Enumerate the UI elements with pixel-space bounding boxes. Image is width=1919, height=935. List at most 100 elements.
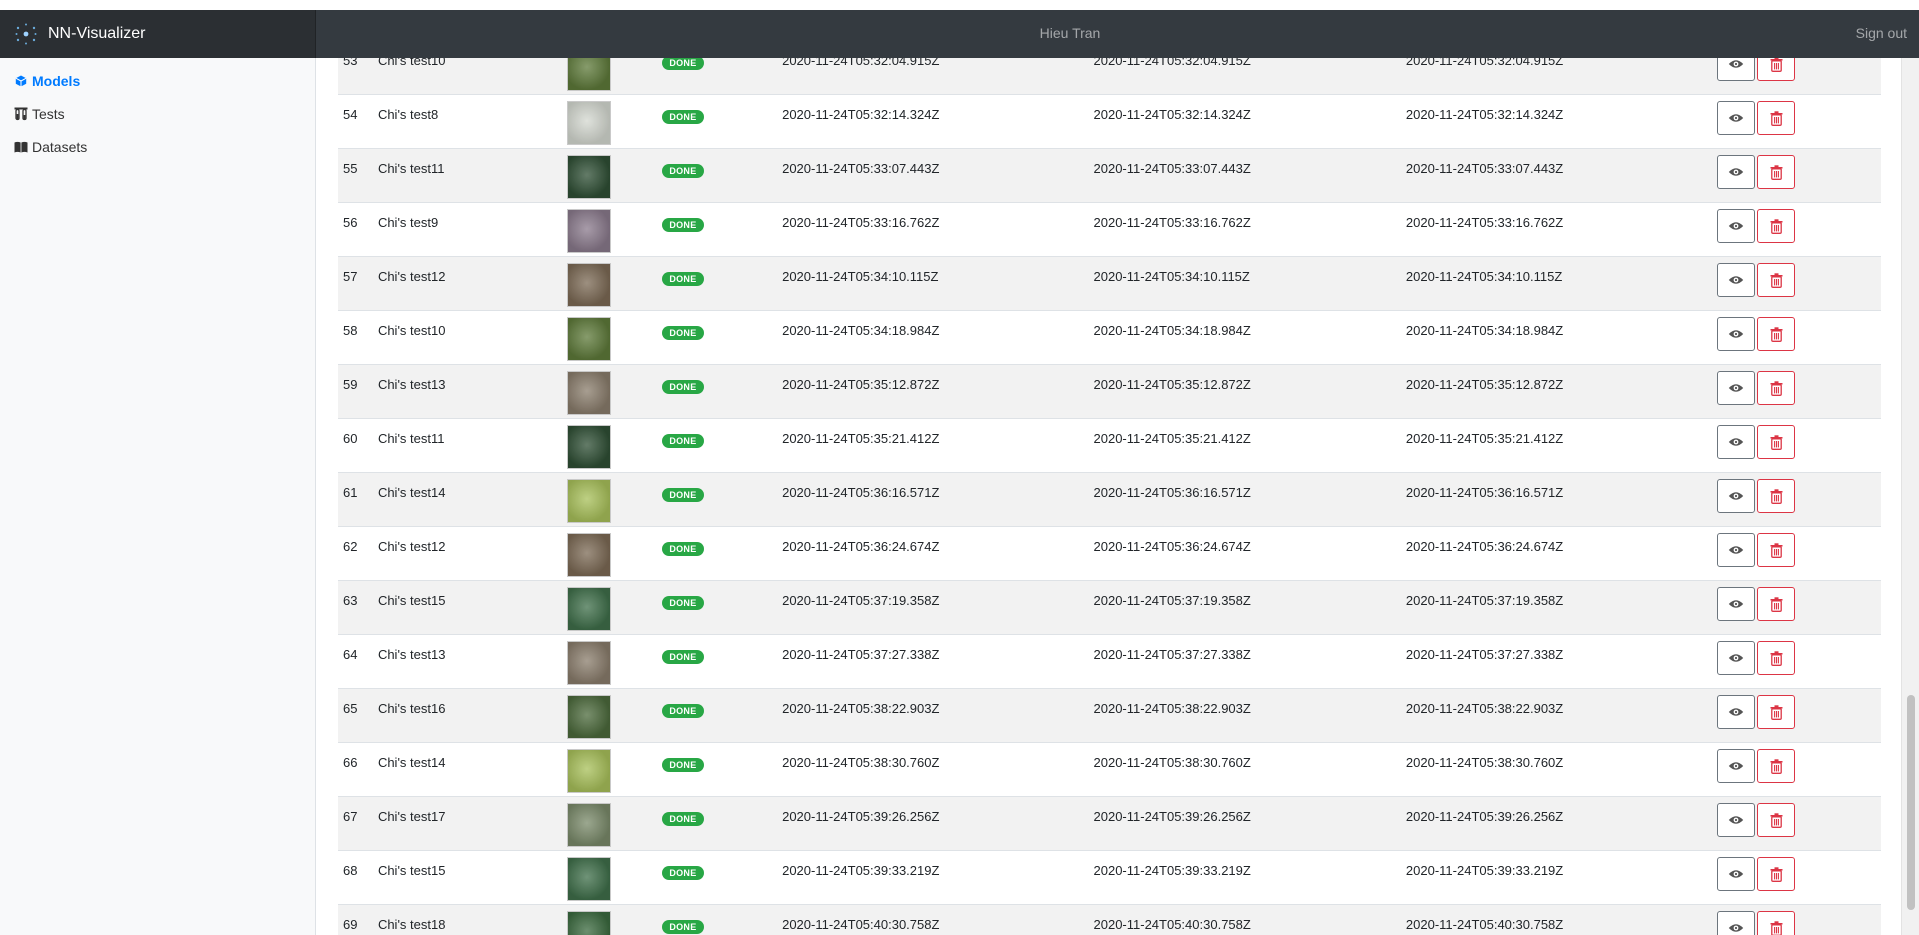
delete-button[interactable] [1757, 479, 1796, 513]
actions-cell [1717, 418, 1881, 473]
delete-button[interactable] [1757, 587, 1796, 621]
status-badge: DONE [662, 164, 704, 178]
status-cell: DONE [662, 850, 783, 905]
delete-button[interactable] [1757, 101, 1796, 135]
delete-button[interactable] [1757, 749, 1796, 783]
status-cell: DONE [662, 580, 783, 635]
delete-button[interactable] [1757, 317, 1796, 351]
finished-at: 2020-11-24T05:36:24.674Z [1405, 526, 1718, 581]
finished-at: 2020-11-24T05:38:22.903Z [1405, 688, 1718, 743]
test-name: Chi's test15 [377, 850, 568, 905]
view-button[interactable] [1717, 425, 1756, 459]
actions-cell [1717, 58, 1881, 95]
delete-button[interactable] [1757, 533, 1796, 567]
row-id: 62 [338, 526, 378, 581]
created-at: 2020-11-24T05:39:26.256Z [782, 796, 1094, 851]
row-id: 57 [338, 256, 378, 311]
created-at: 2020-11-24T05:38:30.760Z [782, 742, 1094, 797]
delete-button[interactable] [1757, 425, 1796, 459]
status-badge: DONE [662, 596, 704, 610]
user-name: Hieu Tran [1039, 25, 1101, 41]
scrollbar-thumb[interactable] [1907, 695, 1915, 910]
table-row: 69 Chi's test18 DONE 2020-11-24T05:40:30.75… [338, 904, 1881, 935]
view-button[interactable] [1717, 263, 1756, 297]
sidebar-item-label: Datasets [32, 138, 88, 155]
sidebar-item-models[interactable]: Models [0, 64, 315, 97]
eye-icon [1729, 438, 1744, 446]
trash-icon [1770, 164, 1783, 180]
started-at: 2020-11-24T05:39:33.219Z [1093, 850, 1406, 905]
delete-button[interactable] [1757, 155, 1796, 189]
actions-cell [1717, 94, 1881, 149]
view-button[interactable] [1717, 695, 1756, 729]
view-button[interactable] [1717, 587, 1756, 621]
delete-button[interactable] [1757, 58, 1796, 81]
delete-button[interactable] [1757, 857, 1796, 891]
view-button[interactable] [1717, 533, 1756, 567]
started-at: 2020-11-24T05:35:21.412Z [1093, 418, 1406, 473]
started-at: 2020-11-24T05:37:27.338Z [1093, 634, 1406, 689]
leaf-thumbnail [567, 58, 612, 91]
delete-button[interactable] [1757, 263, 1796, 297]
created-at: 2020-11-24T05:38:22.903Z [782, 688, 1094, 743]
finished-at: 2020-11-24T05:35:12.872Z [1405, 364, 1718, 419]
status-badge: DONE [662, 866, 704, 880]
eye-icon [1729, 870, 1744, 878]
row-id: 55 [338, 148, 378, 203]
thumbnail-cell [567, 202, 663, 257]
started-at: 2020-11-24T05:39:26.256Z [1093, 796, 1406, 851]
sidebar-item-datasets[interactable]: Datasets [0, 130, 315, 163]
table-row: 67 Chi's test17 DONE 2020-11-24T05:39:26.25… [338, 796, 1881, 851]
status-cell: DONE [662, 796, 783, 851]
view-button[interactable] [1717, 479, 1756, 513]
view-button[interactable] [1717, 641, 1756, 675]
test-name: Chi's test16 [377, 688, 568, 743]
delete-button[interactable] [1757, 641, 1796, 675]
leaf-thumbnail [567, 695, 612, 739]
view-button[interactable] [1717, 58, 1756, 81]
thumbnail-cell [567, 688, 663, 743]
leaf-thumbnail [567, 263, 612, 307]
brand[interactable]: NN-Visualizer [0, 10, 316, 58]
delete-button[interactable] [1757, 209, 1796, 243]
view-button[interactable] [1717, 317, 1756, 351]
trash-icon [1770, 542, 1783, 558]
created-at: 2020-11-24T05:39:33.219Z [782, 850, 1094, 905]
test-name: Chi's test14 [377, 472, 568, 527]
view-button[interactable] [1717, 371, 1756, 405]
table-row: 63 Chi's test15 DONE 2020-11-24T05:37:19.35… [338, 580, 1881, 635]
sidebar-item-tests[interactable]: Tests [0, 97, 315, 130]
delete-button[interactable] [1757, 803, 1796, 837]
thumbnail-cell [567, 418, 663, 473]
leaf-thumbnail [567, 425, 612, 469]
thumbnail-cell [567, 256, 663, 311]
view-button[interactable] [1717, 911, 1756, 935]
status-cell: DONE [662, 310, 783, 365]
view-button[interactable] [1717, 749, 1756, 783]
test-name: Chi's test10 [377, 310, 568, 365]
finished-at: 2020-11-24T05:38:30.760Z [1405, 742, 1718, 797]
brand-name[interactable]: NN-Visualizer [48, 25, 146, 43]
leaf-thumbnail [567, 371, 612, 415]
view-button[interactable] [1717, 209, 1756, 243]
actions-cell [1717, 256, 1881, 311]
eye-icon [1729, 276, 1744, 284]
delete-button[interactable] [1757, 911, 1796, 935]
sign-out-link[interactable]: Sign out [1856, 25, 1907, 41]
test-name: Chi's test11 [377, 418, 568, 473]
view-button[interactable] [1717, 155, 1756, 189]
table-row: 66 Chi's test14 DONE 2020-11-24T05:38:30.76… [338, 742, 1881, 797]
view-button[interactable] [1717, 803, 1756, 837]
actions-cell [1717, 202, 1881, 257]
vertical-scrollbar[interactable] [1901, 58, 1919, 935]
delete-button[interactable] [1757, 695, 1796, 729]
trash-icon [1770, 272, 1783, 288]
created-at: 2020-11-24T05:34:10.115Z [782, 256, 1094, 311]
test-name: Chi's test13 [377, 364, 568, 419]
view-button[interactable] [1717, 857, 1756, 891]
finished-at: 2020-11-24T05:33:07.443Z [1405, 148, 1718, 203]
leaf-thumbnail [567, 641, 612, 685]
view-button[interactable] [1717, 101, 1756, 135]
status-badge: DONE [662, 650, 704, 664]
delete-button[interactable] [1757, 371, 1796, 405]
